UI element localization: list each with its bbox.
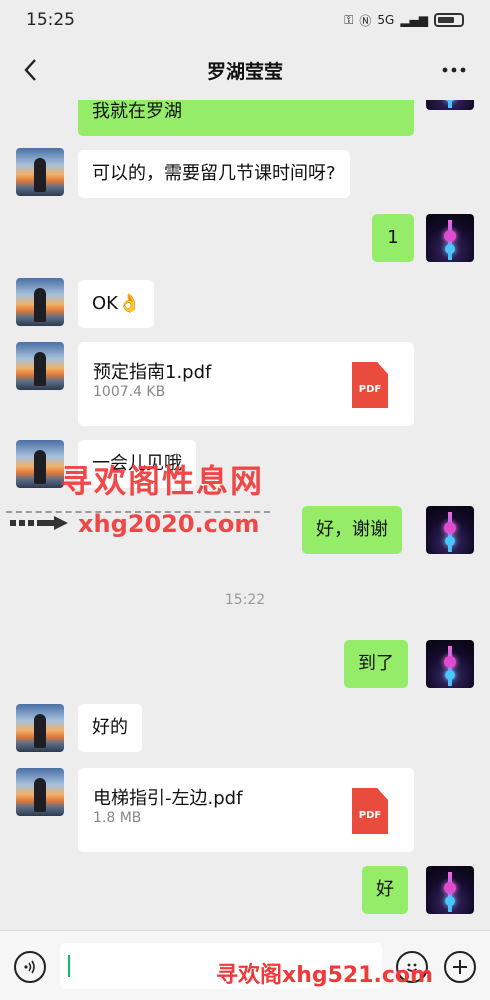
- pdf-file-icon: PDF: [352, 788, 388, 834]
- plus-icon[interactable]: [444, 951, 476, 983]
- file-name: 预定指南1.pdf: [93, 362, 212, 383]
- avatar[interactable]: [16, 704, 64, 752]
- chat-header: 罗湖莹莹: [0, 40, 490, 100]
- file-size: 1007.4 KB: [93, 384, 166, 400]
- file-message[interactable]: 预定指南1.pdf 1007.4 KB PDF: [78, 342, 414, 426]
- text-caret: [68, 955, 70, 977]
- message-bubble[interactable]: 可以的，需要留几节课时间呀?: [78, 150, 350, 198]
- watermark-url: 寻欢阁xhg521.com: [216, 963, 433, 988]
- battery-icon: [434, 13, 464, 27]
- avatar[interactable]: [426, 100, 474, 110]
- avatar[interactable]: [426, 214, 474, 262]
- message-bubble[interactable]: OK👌: [78, 280, 155, 328]
- file-name: 电梯指引-左边.pdf: [93, 788, 243, 809]
- arrow-right-icon: [10, 516, 68, 530]
- message-bubble[interactable]: 好的: [78, 704, 142, 752]
- avatar[interactable]: [16, 342, 64, 390]
- message-bubble[interactable]: 好，谢谢: [302, 506, 402, 554]
- watermark-text: 寻欢阁性息网: [60, 462, 265, 500]
- message-bubble[interactable]: 到了: [344, 640, 408, 688]
- voice-icon[interactable]: [14, 951, 46, 983]
- avatar[interactable]: [426, 506, 474, 554]
- chevron-left-icon[interactable]: [12, 50, 48, 90]
- pdf-file-icon: PDF: [352, 362, 388, 408]
- avatar[interactable]: [16, 768, 64, 816]
- chat-area[interactable]: 我就在罗湖 可以的，需要留几节课时间呀? 1 OK👌 预定指南1.pdf 100…: [0, 100, 490, 930]
- avatar[interactable]: [16, 440, 64, 488]
- avatar[interactable]: [426, 640, 474, 688]
- input-bar: 寻欢阁xhg521.com: [0, 930, 490, 1000]
- more-dots-icon[interactable]: [436, 50, 472, 90]
- message-bubble[interactable]: 好: [362, 866, 408, 914]
- key-icon: ⚿: [344, 12, 354, 27]
- message-bubble[interactable]: 我就在罗湖: [78, 100, 414, 136]
- avatar[interactable]: [426, 866, 474, 914]
- chat-title: 罗湖莹莹: [206, 60, 283, 83]
- message-timestamp: 15:22: [224, 592, 266, 608]
- nfc-icon: Ⓝ: [359, 13, 372, 28]
- network-label: 5G: [377, 13, 395, 27]
- file-message[interactable]: 电梯指引-左边.pdf 1.8 MB PDF: [78, 768, 414, 852]
- status-icons: ⚿ Ⓝ 5G ▂▄▆: [344, 12, 464, 29]
- file-size: 1.8 MB: [93, 810, 142, 826]
- signal-icon: ▂▄▆: [400, 13, 428, 27]
- message-bubble[interactable]: 1: [372, 214, 414, 262]
- avatar[interactable]: [16, 278, 64, 326]
- status-time: 15:25: [26, 10, 75, 30]
- watermark-url: xhg2020.com: [78, 510, 260, 538]
- avatar[interactable]: [16, 148, 64, 196]
- status-bar: 15:25 ⚿ Ⓝ 5G ▂▄▆: [0, 0, 490, 40]
